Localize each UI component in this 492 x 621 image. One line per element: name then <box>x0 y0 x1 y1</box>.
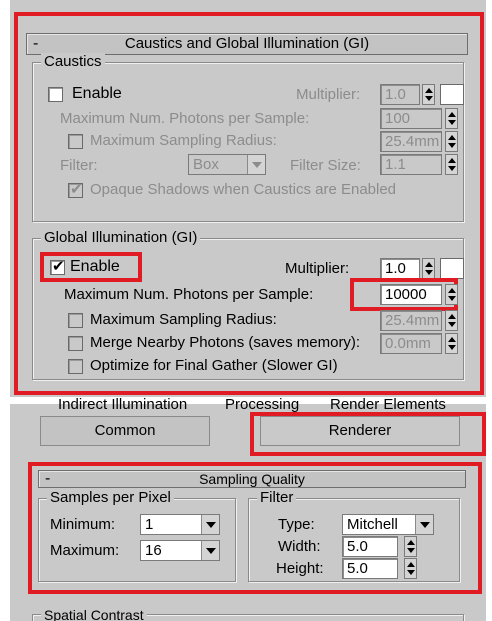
caustics-multiplier-label: Multiplier: <box>296 86 361 103</box>
minimum-value: 1 <box>145 516 154 533</box>
caustics-multiplier-input[interactable]: 1.0 <box>380 84 420 105</box>
gi-max-radius-checkbox[interactable] <box>68 313 83 328</box>
minimum-label: Minimum: <box>50 516 116 533</box>
maximum-dropdown[interactable]: 16 <box>140 540 220 561</box>
maximum-value: 16 <box>145 542 162 559</box>
caustics-multiplier-spinner[interactable] <box>422 84 435 105</box>
gi-multiplier-label: Multiplier: <box>285 260 350 277</box>
check-icon: ✔ <box>70 181 83 198</box>
caustics-photons-label: Maximum Num. Photons per Sample: <box>60 110 310 127</box>
filter-type-dropdown[interactable]: Mitchell <box>342 514 434 535</box>
filter-type-value: Mitchell <box>347 516 398 533</box>
caustics-filter-value: Box <box>193 156 219 173</box>
filter-width-label: Width: <box>278 538 321 555</box>
caustics-max-radius-input[interactable]: 25.4mm <box>380 131 442 152</box>
merge-photons-input[interactable]: 0.0mm <box>380 333 442 354</box>
renderer-panel: Indirect Illumination Processing Render … <box>10 396 486 621</box>
filter-width-input[interactable]: 5.0 <box>342 536 398 557</box>
tab-render-elements[interactable]: Render Elements <box>330 396 446 412</box>
filter-height-input[interactable]: 5.0 <box>342 558 398 579</box>
highlight-renderer-tab <box>250 412 486 456</box>
tab-processing[interactable]: Processing <box>225 396 299 412</box>
filter-type-label: Type: <box>278 516 315 533</box>
tab-row-partial: Indirect Illumination Processing Render … <box>10 396 486 412</box>
opaque-shadows-label: Opaque Shadows when Caustics are Enabled <box>90 181 397 198</box>
minimum-dropdown[interactable]: 1 <box>140 514 220 535</box>
caustics-photons-spinner[interactable] <box>445 108 458 129</box>
gi-legend: Global Illumination (GI) <box>41 229 201 247</box>
caustics-filter-label: Filter: <box>60 157 98 174</box>
gi-photons-spinner[interactable] <box>445 284 458 305</box>
merge-photons-checkbox[interactable] <box>68 336 83 351</box>
opaque-shadows-checkbox[interactable]: ✔ <box>68 181 83 198</box>
merge-photons-label: Merge Nearby Photons (saves memory): <box>90 334 361 351</box>
caustics-filter-size-spinner[interactable] <box>445 154 458 175</box>
gi-enable-label: Enable <box>70 258 120 275</box>
rollout-header-sampling-quality[interactable]: - Sampling Quality <box>38 470 466 488</box>
gi-max-radius-spinner[interactable] <box>445 310 458 331</box>
filter-height-label: Height: <box>276 560 324 577</box>
rollout-title: Caustics and Global Illumination (GI) <box>124 35 370 52</box>
gi-max-radius-input[interactable]: 25.4mm <box>380 310 442 331</box>
caustics-photons-input[interactable]: 100 <box>380 108 442 129</box>
caustics-max-radius-checkbox[interactable] <box>68 134 83 149</box>
spatial-contrast-group: Spatial Contrast <box>32 606 464 621</box>
caustics-legend: Caustics <box>41 53 105 71</box>
caustics-enable-checkbox[interactable] <box>48 87 63 102</box>
caustics-max-radius-label: Maximum Sampling Radius: <box>90 132 277 149</box>
sampling-quality-title: Sampling Quality <box>199 471 305 487</box>
gi-color-swatch[interactable] <box>440 258 464 279</box>
filter-height-spinner[interactable] <box>404 558 417 579</box>
optimize-fg-label: Optimize for Final Gather (Slower GI) <box>90 357 338 374</box>
gi-photons-input[interactable]: 10000 <box>380 284 442 305</box>
caustics-enable-label: Enable <box>72 85 122 102</box>
caustics-color-swatch[interactable] <box>440 84 464 105</box>
chevron-down-icon[interactable] <box>201 515 219 534</box>
check-icon: ✔ <box>52 258 65 275</box>
filter-legend: Filter <box>257 489 297 507</box>
optimize-fg-checkbox[interactable] <box>68 359 83 374</box>
caustics-filter-size-label: Filter Size: <box>290 157 361 174</box>
caustics-filter-dropdown[interactable]: Box <box>188 154 266 175</box>
spatial-contrast-legend: Spatial Contrast <box>41 606 147 621</box>
chevron-down-icon[interactable] <box>201 541 219 560</box>
tab-indirect-illumination[interactable]: Indirect Illumination <box>58 396 187 412</box>
rollout-header-caustics-gi[interactable]: - Caustics and Global Illumination (GI) <box>26 33 468 55</box>
tab-common[interactable]: Common <box>40 416 210 446</box>
maximum-label: Maximum: <box>50 542 120 559</box>
samples-legend: Samples per Pixel <box>47 489 174 507</box>
chevron-down-icon[interactable] <box>415 515 433 534</box>
gi-photons-label: Maximum Num. Photons per Sample: <box>64 286 314 303</box>
filter-width-spinner[interactable] <box>404 536 417 557</box>
caustics-max-radius-spinner[interactable] <box>445 131 458 152</box>
gi-enable-checkbox[interactable]: ✔ <box>50 258 65 275</box>
gi-multiplier-input[interactable]: 1.0 <box>380 258 420 279</box>
gi-max-radius-label: Maximum Sampling Radius: <box>90 311 277 328</box>
chevron-down-icon[interactable] <box>247 155 265 174</box>
caustics-gi-panel: - Caustics and Global Illumination (GI) … <box>10 0 486 397</box>
gi-multiplier-spinner[interactable] <box>422 258 435 279</box>
merge-photons-spinner[interactable] <box>445 333 458 354</box>
caustics-filter-size-input[interactable]: 1.1 <box>380 154 442 175</box>
